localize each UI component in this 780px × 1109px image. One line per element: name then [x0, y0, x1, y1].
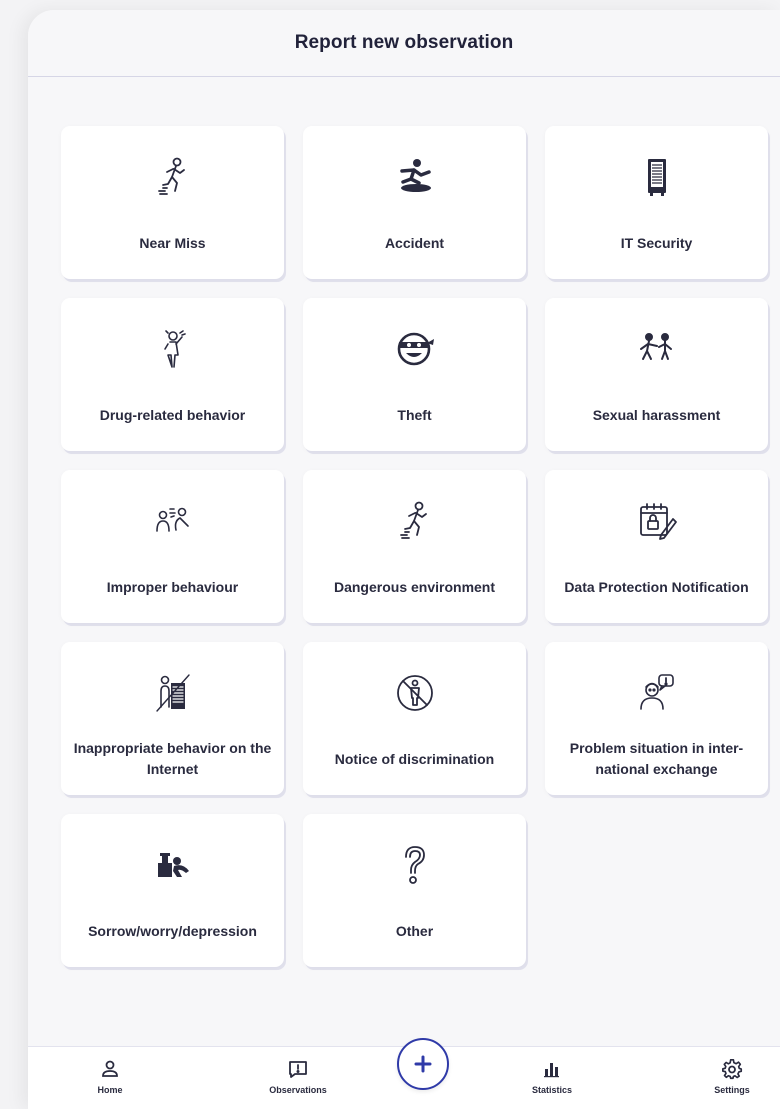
- category-label: Improper behaviour: [106, 578, 239, 595]
- category-card-near-miss[interactable]: Near Miss: [61, 126, 284, 279]
- sexual-harassment-icon: [635, 327, 679, 371]
- category-label: Notice of discrimination: [334, 750, 495, 767]
- category-card-sexual-harassment[interactable]: Sexual harassment: [545, 298, 768, 451]
- question-icon: [393, 843, 437, 887]
- nav-observations[interactable]: Observations: [243, 1047, 353, 1109]
- accident-icon: [393, 155, 437, 199]
- category-card-discrimination[interactable]: Notice of discrimination: [303, 642, 526, 795]
- category-card-international-exchange[interactable]: Problem situation in inter-national exch…: [545, 642, 768, 795]
- category-label: IT Security: [620, 234, 693, 251]
- drug-related-icon: [151, 327, 195, 371]
- category-label: Accident: [384, 234, 445, 251]
- category-label: Near Miss: [139, 234, 206, 251]
- category-label: Sexual harassment: [592, 406, 721, 423]
- nav-label: Observations: [269, 1085, 327, 1095]
- nav-label: Home: [97, 1085, 123, 1095]
- nav-label: Settings: [714, 1085, 750, 1095]
- category-card-other[interactable]: Other: [303, 814, 526, 967]
- it-security-icon: [635, 155, 679, 199]
- category-card-improper-behaviour[interactable]: Improper behaviour: [61, 470, 284, 623]
- header: Report new observation: [28, 10, 780, 77]
- category-label: Sorrow/worry/depression: [88, 922, 257, 939]
- category-card-accident[interactable]: Accident: [303, 126, 526, 279]
- discrimination-icon: [393, 671, 437, 715]
- category-card-drug-related[interactable]: Drug-related behavior: [61, 298, 284, 451]
- category-label: Problem situation in inter-national exch…: [569, 740, 744, 777]
- nav-statistics[interactable]: Statistics: [497, 1047, 607, 1109]
- nav-settings[interactable]: Settings: [677, 1047, 780, 1109]
- data-protection-icon: [635, 499, 679, 543]
- category-label: Data Protection Notification: [564, 578, 749, 595]
- page-title: Report new observation: [294, 32, 514, 53]
- dangerous-environment-icon: [393, 499, 437, 543]
- bar-chart-icon: [541, 1058, 563, 1080]
- category-card-inappropriate-internet[interactable]: Inappropriate behavior on the Internet: [61, 642, 284, 795]
- category-card-theft[interactable]: Theft: [303, 298, 526, 451]
- category-label: Inappropriate behavior on the Internet: [73, 740, 272, 777]
- add-observation-button[interactable]: [397, 1038, 449, 1090]
- category-grid: Near Miss Accident IT Security Drug-rela…: [61, 126, 768, 967]
- category-label: Theft: [397, 406, 432, 423]
- category-label: Other: [395, 922, 434, 939]
- message-alert-icon: [287, 1058, 309, 1080]
- category-card-dangerous-environment[interactable]: Dangerous environment: [303, 470, 526, 623]
- category-label: Drug-related behavior: [99, 406, 246, 423]
- gear-icon: [721, 1058, 743, 1080]
- theft-icon: [393, 327, 437, 371]
- nav-home[interactable]: Home: [55, 1047, 165, 1109]
- near-miss-icon: [151, 155, 195, 199]
- category-label: Dangerous environment: [333, 578, 496, 595]
- app-screen: Report new observation Near Miss Acciden…: [28, 10, 780, 1109]
- international-exchange-icon: [635, 671, 679, 715]
- nav-label: Statistics: [531, 1085, 573, 1095]
- plus-icon: [412, 1053, 434, 1075]
- inappropriate-internet-icon: [151, 671, 195, 715]
- improper-behaviour-icon: [151, 499, 195, 543]
- sorrow-icon: [151, 843, 195, 887]
- category-card-data-protection[interactable]: Data Protection Notification: [545, 470, 768, 623]
- user-icon: [99, 1058, 121, 1080]
- category-card-sorrow[interactable]: Sorrow/worry/depression: [61, 814, 284, 967]
- category-card-it-security[interactable]: IT Security: [545, 126, 768, 279]
